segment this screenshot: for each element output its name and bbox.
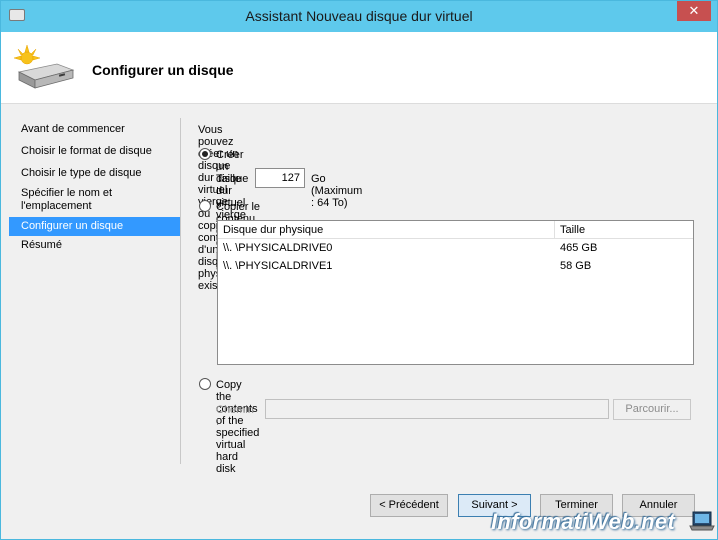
title-bar[interactable]: Assistant Nouveau disque dur virtuel ✕	[1, 1, 717, 32]
browse-button[interactable]: Parcourir...	[613, 399, 691, 420]
radio-copy-vhd[interactable]	[199, 378, 211, 390]
list-item[interactable]: \\. \PHYSICALDRIVE1 58 GB	[218, 258, 693, 275]
path-label: Chemin :	[216, 404, 254, 428]
watermark: InformatiWeb.net	[491, 509, 676, 534]
path-input[interactable]	[265, 399, 609, 419]
disk-size: 58 GB	[560, 260, 592, 272]
disk-with-sun-icon	[13, 44, 75, 89]
wizard-header: Configurer un disque	[1, 32, 717, 104]
size-input[interactable]: 127	[255, 168, 305, 188]
physical-disk-list[interactable]: Disque dur physique Taille \\. \PHYSICAL…	[217, 220, 694, 365]
list-item[interactable]: \\. \PHYSICALDRIVE0 465 GB	[218, 240, 693, 257]
radio-blank-disk[interactable]	[199, 148, 211, 160]
page-heading: Configurer un disque	[92, 62, 234, 78]
nav-step-disk-format[interactable]: Choisir le format de disque	[9, 142, 180, 164]
nav-step-configure-disk[interactable]: Configurer un disque	[9, 217, 180, 236]
divider	[180, 118, 181, 464]
size-unit: Go (Maximum : 64 To)	[311, 173, 363, 209]
close-button[interactable]: ✕	[677, 1, 711, 21]
nav-step-before-start[interactable]: Avant de commencer	[9, 120, 180, 142]
disk-size: 465 GB	[560, 242, 598, 254]
wizard-steps: Avant de commencer Choisir le format de …	[9, 120, 180, 258]
laptop-icon	[689, 511, 715, 531]
nav-step-disk-type[interactable]: Choisir le type de disque	[9, 164, 180, 186]
column-separator[interactable]	[554, 221, 555, 239]
column-header-disk[interactable]: Disque dur physique	[223, 224, 323, 236]
nav-step-name-location[interactable]: Spécifier le nom et l'emplacement	[9, 186, 180, 217]
window-title: Assistant Nouveau disque dur virtuel	[245, 8, 473, 24]
radio-copy-physical[interactable]	[199, 200, 211, 212]
size-label: Taille :	[216, 173, 242, 197]
column-header-size[interactable]: Taille	[560, 224, 585, 236]
wizard-window: Assistant Nouveau disque dur virtuel ✕ C…	[0, 0, 718, 540]
disk-name: \\. \PHYSICALDRIVE1	[223, 260, 333, 272]
disk-name: \\. \PHYSICALDRIVE0	[223, 242, 333, 254]
list-header: Disque dur physique Taille	[218, 221, 693, 239]
previous-button[interactable]: < Précédent	[370, 494, 448, 517]
nav-step-summary[interactable]: Résumé	[9, 236, 180, 258]
